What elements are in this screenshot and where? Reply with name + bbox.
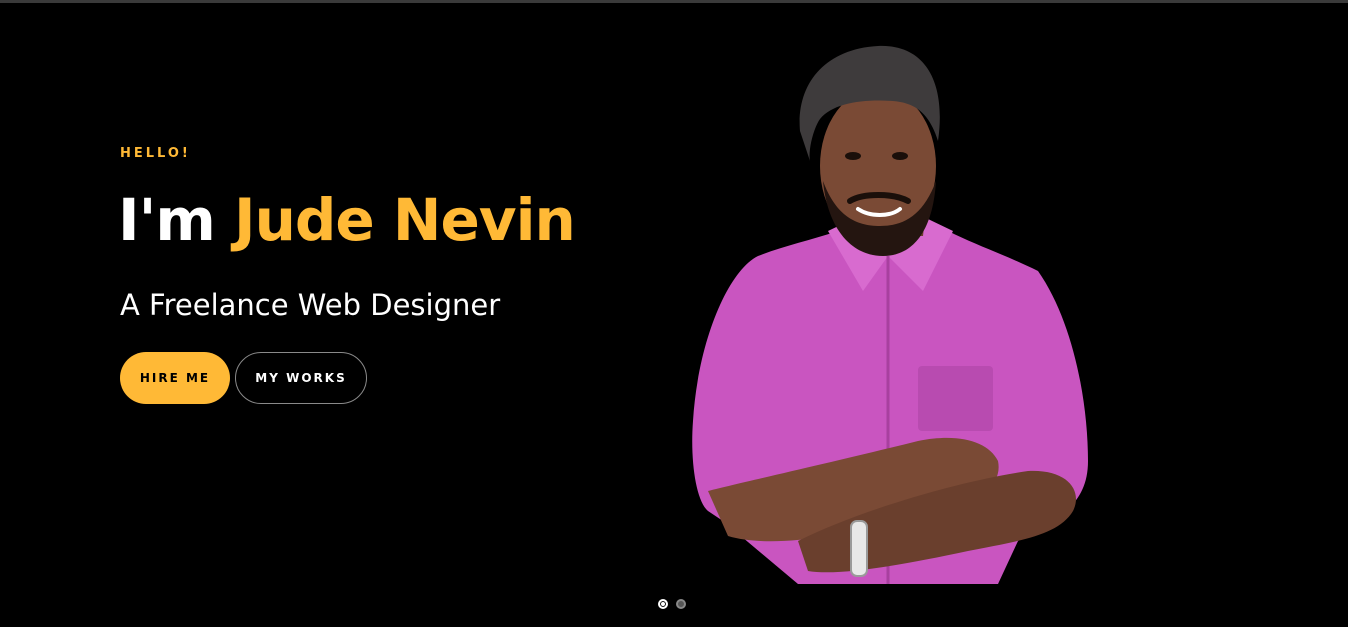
headline-name: Jude Nevin bbox=[233, 186, 576, 254]
hero-headline: I'm Jude Nevin bbox=[118, 185, 576, 255]
slider-pagination bbox=[658, 599, 686, 609]
slide-dot-1[interactable] bbox=[658, 599, 668, 609]
headline-prefix: I'm bbox=[118, 186, 216, 254]
portrait-watch bbox=[850, 520, 868, 577]
hero-greeting: HELLO! bbox=[120, 146, 191, 161]
hero-section: HELLO! I'm Jude Nevin A Freelance Web De… bbox=[0, 3, 1348, 627]
my-works-button[interactable]: MY WORKS bbox=[235, 352, 367, 404]
hire-me-button[interactable]: HIRE ME bbox=[120, 352, 230, 404]
portrait-image bbox=[692, 45, 1088, 584]
slide-dot-2[interactable] bbox=[676, 599, 686, 609]
hero-subtitle: A Freelance Web Designer bbox=[120, 288, 501, 322]
